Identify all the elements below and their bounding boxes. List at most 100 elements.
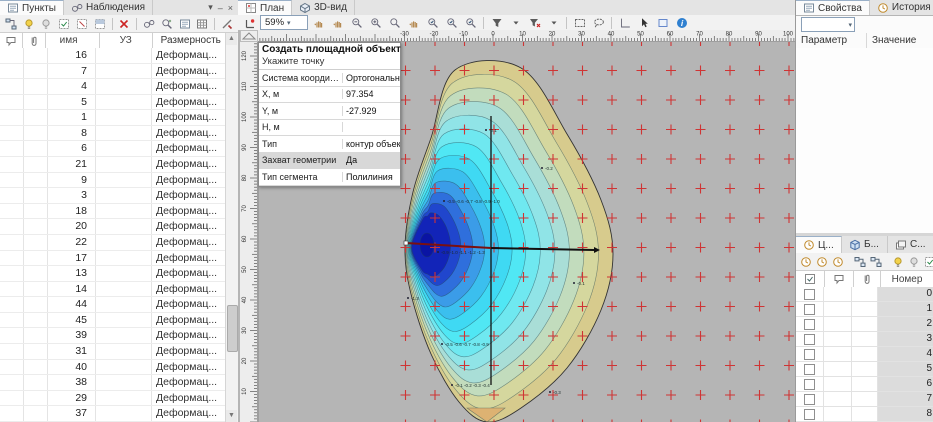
clock-icon[interactable] bbox=[831, 254, 845, 270]
clock-icon[interactable] bbox=[815, 254, 829, 270]
scrollbar-thumb[interactable] bbox=[227, 305, 238, 352]
tab-3d-view[interactable]: 3D-вид bbox=[292, 0, 355, 15]
dialog-param-value[interactable]: контур объекта bbox=[343, 139, 400, 149]
column-header-name[interactable]: имя bbox=[46, 33, 99, 48]
point-row[interactable]: 44 Деформац... bbox=[0, 297, 226, 313]
bulb-on-icon[interactable] bbox=[21, 16, 37, 32]
tools-icon[interactable] bbox=[219, 16, 235, 32]
select-marked-icon[interactable] bbox=[923, 254, 933, 270]
bottom-tab-3[interactable]: С... bbox=[888, 236, 933, 253]
flow-icon[interactable] bbox=[853, 254, 867, 270]
point-row[interactable]: 8 Деформац... bbox=[0, 126, 226, 142]
mag-all-icon[interactable] bbox=[443, 15, 460, 31]
cycle-row[interactable]: 4 bbox=[796, 347, 933, 362]
mag-all-icon[interactable] bbox=[424, 15, 441, 31]
point-row[interactable]: 14 Деформац... bbox=[0, 282, 226, 298]
tab-punkty[interactable]: Пункты bbox=[0, 0, 64, 15]
binoculars-icon[interactable] bbox=[141, 16, 157, 32]
panel-menu-button[interactable]: ▾ bbox=[208, 2, 213, 13]
cycle-row[interactable]: 0 bbox=[796, 287, 933, 302]
invert-icon[interactable] bbox=[92, 16, 108, 32]
point-row[interactable]: 1 Деформац... bbox=[0, 110, 226, 126]
bulb-off-icon[interactable] bbox=[39, 16, 55, 32]
point-row[interactable]: 38 Деформац... bbox=[0, 375, 226, 391]
point-row[interactable]: 13 Деформац... bbox=[0, 266, 226, 282]
mag-minus-icon[interactable] bbox=[348, 15, 365, 31]
cycle-row[interactable]: 6 bbox=[796, 377, 933, 392]
cycle-checkbox[interactable] bbox=[804, 349, 815, 360]
point-row[interactable]: 3 Деформац... bbox=[0, 188, 226, 204]
tab-istoriya[interactable]: История bbox=[870, 0, 933, 15]
cycle-row[interactable]: 7 bbox=[796, 392, 933, 407]
point-row[interactable]: 39 Деформац... bbox=[0, 328, 226, 344]
cycle-checkbox[interactable] bbox=[804, 409, 815, 420]
funnel-x-icon[interactable] bbox=[526, 15, 543, 31]
dialog-param-value[interactable]: Полилиния bbox=[343, 172, 400, 182]
cursor-icon[interactable] bbox=[635, 15, 652, 31]
panel-close-button[interactable]: × bbox=[228, 3, 233, 13]
point-row[interactable]: 16 Деформац... bbox=[0, 48, 226, 64]
snap-corner-icon[interactable] bbox=[241, 15, 258, 31]
dialog-param-value[interactable]: Да bbox=[343, 155, 400, 165]
panel-minimize-button[interactable]: – bbox=[218, 3, 223, 13]
plan-canvas-area[interactable]: -30-20-100102030405060708090100 12011010… bbox=[238, 30, 795, 422]
dialog-param-value[interactable]: Ортогональная bbox=[343, 73, 400, 83]
rect-sel-icon[interactable] bbox=[571, 15, 588, 31]
form-icon[interactable] bbox=[177, 16, 193, 32]
clock-icon[interactable] bbox=[799, 254, 813, 270]
cycle-checkbox[interactable] bbox=[804, 379, 815, 390]
tab-svoystva[interactable]: Свойства bbox=[796, 0, 870, 15]
cycle-checkbox[interactable] bbox=[804, 304, 815, 315]
column-header-dimension[interactable]: Размерность bbox=[153, 33, 226, 48]
tab-nablyudeniya[interactable]: Наблюдения bbox=[64, 0, 153, 15]
cycle-checkbox[interactable] bbox=[804, 289, 815, 300]
cycle-row[interactable]: 3 bbox=[796, 332, 933, 347]
dialog-param-value[interactable]: 97.354 bbox=[343, 89, 400, 99]
x-red-icon[interactable] bbox=[117, 16, 133, 32]
point-row[interactable]: 7 Деформац... bbox=[0, 64, 226, 80]
point-row[interactable]: 45 Деформац... bbox=[0, 313, 226, 329]
point-row[interactable]: 29 Деформац... bbox=[0, 391, 226, 407]
point-row[interactable]: 9 Деформац... bbox=[0, 173, 226, 189]
point-row[interactable]: 17 Деформац... bbox=[0, 251, 226, 267]
cycle-checkbox[interactable] bbox=[804, 319, 815, 330]
bottom-tab-1[interactable]: Ц... bbox=[796, 236, 842, 253]
left-scrollbar[interactable]: ▲ ▼ bbox=[225, 33, 238, 422]
column-header-uz[interactable]: УЗ bbox=[100, 33, 153, 48]
cycle-row[interactable]: 1 bbox=[796, 302, 933, 317]
point-row[interactable]: 18 Деформац... bbox=[0, 204, 226, 220]
point-row[interactable]: 5 Деформац... bbox=[0, 95, 226, 111]
scroll-down-icon[interactable]: ▼ bbox=[226, 410, 237, 422]
hand-icon[interactable] bbox=[329, 15, 346, 31]
cycle-checkbox[interactable] bbox=[804, 334, 815, 345]
cycle-row[interactable]: 8 bbox=[796, 407, 933, 422]
bulb-on-icon[interactable] bbox=[891, 254, 905, 270]
dropdown-icon[interactable] bbox=[545, 15, 562, 31]
dropdown-icon[interactable] bbox=[507, 15, 524, 31]
object-selector-combobox[interactable]: ▾ bbox=[801, 17, 855, 32]
cycle-row[interactable]: 5 bbox=[796, 362, 933, 377]
corner-icon[interactable] bbox=[616, 15, 633, 31]
mag-all-icon[interactable] bbox=[462, 15, 479, 31]
point-row[interactable]: 22 Деформац... bbox=[0, 235, 226, 251]
hand-icon[interactable] bbox=[310, 15, 327, 31]
mag-icon[interactable] bbox=[386, 15, 403, 31]
bulb-off-icon[interactable] bbox=[907, 254, 921, 270]
dialog-param-value[interactable]: -27.929 bbox=[343, 106, 400, 116]
flow-icon[interactable] bbox=[869, 254, 883, 270]
deselect-icon[interactable] bbox=[74, 16, 90, 32]
frame-icon[interactable] bbox=[654, 15, 671, 31]
point-row[interactable]: 37 Деформац... bbox=[0, 406, 226, 422]
point-row[interactable]: 21 Деформац... bbox=[0, 157, 226, 173]
lasso-icon[interactable] bbox=[590, 15, 607, 31]
bottom-tab-2[interactable]: Б... bbox=[842, 236, 888, 253]
funnel-icon[interactable] bbox=[488, 15, 505, 31]
cycle-row[interactable]: 2 bbox=[796, 317, 933, 332]
point-row[interactable]: 6 Деформац... bbox=[0, 141, 226, 157]
select-marked-icon[interactable] bbox=[56, 16, 72, 32]
point-row[interactable]: 40 Деформац... bbox=[0, 360, 226, 376]
tab-plan[interactable]: План bbox=[238, 0, 292, 15]
point-row[interactable]: 31 Деформац... bbox=[0, 344, 226, 360]
point-row[interactable]: 4 Деформац... bbox=[0, 79, 226, 95]
hand-icon[interactable] bbox=[405, 15, 422, 31]
